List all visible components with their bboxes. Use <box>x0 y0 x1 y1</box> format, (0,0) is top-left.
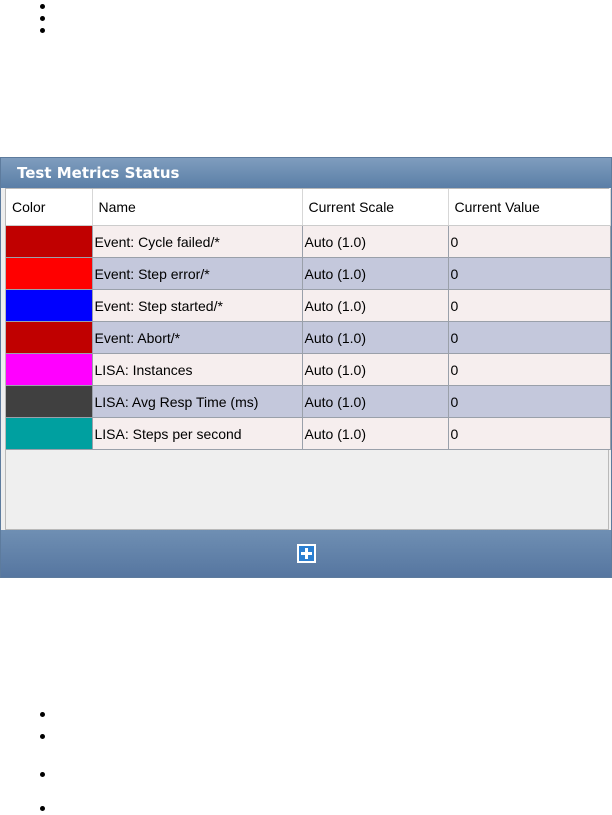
metric-scale-cell[interactable]: Auto (1.0) <box>302 417 449 450</box>
column-header-current-scale[interactable]: Current Scale <box>302 189 449 226</box>
metric-value-cell: 0 <box>448 385 611 418</box>
panel-footer <box>1 530 611 577</box>
column-header-name[interactable]: Name <box>92 189 303 226</box>
metric-scale-cell[interactable]: Auto (1.0) <box>302 225 449 258</box>
metric-name-cell: Event: Step started/* <box>92 289 303 322</box>
table-row[interactable]: LISA: Avg Resp Time (ms) Auto (1.0) 0 <box>6 385 611 418</box>
color-swatch <box>6 226 92 257</box>
test-metrics-status-panel: Test Metrics Status Color Name Current S… <box>0 157 612 578</box>
metric-value-cell: 0 <box>448 289 611 322</box>
color-swatch-cell[interactable] <box>6 417 93 450</box>
metric-value-cell: 0 <box>448 353 611 386</box>
color-swatch <box>6 322 92 353</box>
color-swatch-cell[interactable] <box>6 321 93 354</box>
table-row[interactable]: Event: Cycle failed/* Auto (1.0) 0 <box>6 225 611 258</box>
plus-icon <box>299 546 314 561</box>
column-header-current-value[interactable]: Current Value <box>448 189 611 226</box>
color-swatch <box>6 258 92 289</box>
table-row[interactable]: Event: Abort/* Auto (1.0) 0 <box>6 321 611 354</box>
metrics-table: Color Name Current Scale Current Value E… <box>6 189 611 450</box>
table-row[interactable]: LISA: Instances Auto (1.0) 0 <box>6 353 611 386</box>
add-metric-button[interactable] <box>297 544 316 563</box>
color-swatch <box>6 290 92 321</box>
metric-name-cell: LISA: Steps per second <box>92 417 303 450</box>
metric-scale-cell[interactable]: Auto (1.0) <box>302 257 449 290</box>
metric-name-cell: LISA: Instances <box>92 353 303 386</box>
color-swatch <box>6 418 92 449</box>
color-swatch <box>6 386 92 417</box>
color-swatch-cell[interactable] <box>6 257 93 290</box>
table-row[interactable]: LISA: Steps per second Auto (1.0) 0 <box>6 417 611 450</box>
color-swatch-cell[interactable] <box>6 353 93 386</box>
metric-name-cell: LISA: Avg Resp Time (ms) <box>92 385 303 418</box>
metric-name-cell: Event: Abort/* <box>92 321 303 354</box>
panel-title: Test Metrics Status <box>1 158 611 188</box>
color-swatch-cell[interactable] <box>6 225 93 258</box>
table-row[interactable]: Event: Step error/* Auto (1.0) 0 <box>6 257 611 290</box>
metric-name-cell: Event: Cycle failed/* <box>92 225 303 258</box>
metric-value-cell: 0 <box>448 225 611 258</box>
color-swatch-cell[interactable] <box>6 289 93 322</box>
color-swatch <box>6 354 92 385</box>
metric-scale-cell[interactable]: Auto (1.0) <box>302 289 449 322</box>
metric-scale-cell[interactable]: Auto (1.0) <box>302 385 449 418</box>
metric-scale-cell[interactable]: Auto (1.0) <box>302 353 449 386</box>
metric-name-cell: Event: Step error/* <box>92 257 303 290</box>
metrics-table-area: Color Name Current Scale Current Value E… <box>5 188 611 530</box>
column-header-color[interactable]: Color <box>6 189 93 226</box>
metric-value-cell: 0 <box>448 417 611 450</box>
color-swatch-cell[interactable] <box>6 385 93 418</box>
table-row[interactable]: Event: Step started/* Auto (1.0) 0 <box>6 289 611 322</box>
metric-value-cell: 0 <box>448 257 611 290</box>
metric-scale-cell[interactable]: Auto (1.0) <box>302 321 449 354</box>
metric-value-cell: 0 <box>448 321 611 354</box>
